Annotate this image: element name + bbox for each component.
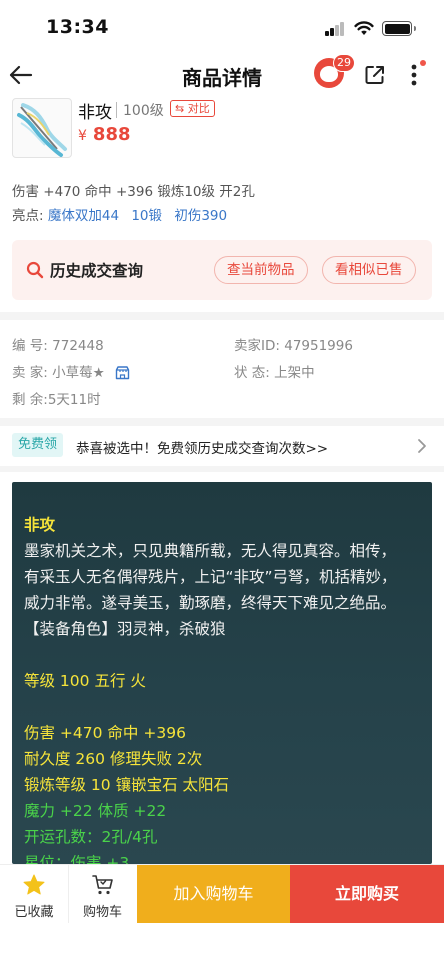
compare-button[interactable]: ⇆ 对比: [170, 100, 215, 117]
view-similar-sold-button[interactable]: 看相似已售: [322, 256, 416, 284]
bottom-action-bar: 已收藏 购物车 加入购物车 立即购买: [0, 864, 444, 923]
seller-id-label: 卖家ID:: [234, 338, 280, 354]
lore-line: 墨家机关之术，只见典籍所载，无人得见真容。相传，: [24, 542, 397, 560]
compare-icon: ⇆: [175, 102, 185, 115]
attribute-line: 锻炼等级 10 镶嵌宝石 太阳石: [24, 776, 230, 794]
seller-id-row: 卖家ID: 47951996: [234, 334, 353, 354]
lore-line: 威力非常。遂寻美玉，勤琢磨，终得天下难见之绝品。: [24, 594, 397, 612]
highlights-label: 亮点:: [12, 208, 44, 224]
product-highlights: 亮点: 魔体双加44 10锻 初伤390: [12, 204, 235, 224]
seller-label: 卖 家:: [12, 365, 48, 381]
notification-dot: [420, 60, 426, 66]
status-time: 13:34: [46, 16, 109, 38]
chevron-right-icon: [418, 439, 426, 453]
history-query-box: 历史成交查询 查当前物品 看相似已售: [12, 240, 432, 300]
status-bar: 13:34: [0, 0, 444, 56]
section-divider: [0, 312, 444, 320]
product-header: 非攻 100级 ⇆ 对比 ¥888: [0, 96, 444, 166]
highlight-item: 魔体双加44: [47, 208, 120, 224]
promo-text: 恭喜被选中！免费领历史成交查询次数>>: [76, 441, 329, 457]
product-image[interactable]: [12, 98, 72, 158]
user-avatar-button[interactable]: 29: [314, 54, 355, 90]
nav-bar: 商品详情 29: [0, 54, 444, 96]
bonus-line: 开运孔数：2孔/4孔: [24, 828, 158, 846]
remaining-label: 剩 余:: [12, 392, 48, 408]
shopping-cart-icon: [92, 875, 113, 895]
seller-id-value: 47951996: [284, 338, 353, 354]
more-vertical-icon: [411, 64, 417, 86]
price-value: 888: [92, 124, 131, 145]
remaining-row: 剩 余:5天11时: [12, 388, 101, 408]
more-options-button[interactable]: [404, 60, 426, 88]
search-icon: [26, 261, 44, 279]
buy-now-button[interactable]: 立即购买: [290, 865, 444, 923]
divider: [116, 102, 117, 118]
query-current-item-button[interactable]: 查当前物品: [214, 256, 308, 284]
attribute-line: 耐久度 260 修理失败 2次: [24, 750, 203, 768]
free-query-promo[interactable]: 免费领 恭喜被选中！免费领历史成交查询次数>>: [0, 428, 444, 464]
message-count-badge: 29: [333, 54, 355, 72]
item-id-row: 编 号: 772448: [12, 334, 104, 354]
remaining-value: 5天11时: [47, 392, 101, 408]
battery-icon: [382, 21, 416, 36]
attribute-line: 伤害 +470 命中 +396: [24, 724, 186, 742]
highlight-item: 10锻: [131, 208, 163, 224]
shop-icon[interactable]: [115, 366, 130, 380]
cart-button[interactable]: 购物车: [68, 865, 136, 923]
level-element-line: 等级 100 五行 火: [24, 672, 146, 690]
item-id-value: 772448: [52, 338, 104, 354]
star-icon: [23, 874, 45, 895]
favorite-button[interactable]: 已收藏: [0, 865, 68, 923]
compare-label: 对比: [187, 102, 210, 115]
cellular-signal-icon: [325, 22, 345, 36]
history-query-title: 历史成交查询: [50, 262, 144, 280]
item-id-label: 编 号:: [12, 338, 48, 354]
promo-tag: 免费领: [12, 433, 64, 457]
cart-label: 购物车: [82, 905, 122, 920]
bonus-line: 魔力 +22 体质 +22: [24, 802, 167, 820]
crossbow-weapon-icon: [17, 103, 67, 157]
item-description-panel: 非攻 墨家机关之术，只见典籍所载，无人得见真容。相传， 有采玉人无名偶得残片，上…: [12, 482, 432, 864]
share-icon[interactable]: [364, 64, 386, 86]
status-row: 状 态: 上架中: [234, 361, 315, 381]
currency-symbol: ¥: [78, 128, 87, 144]
section-divider: [0, 466, 444, 472]
seller-name[interactable]: 小草莓★: [52, 365, 105, 381]
wifi-icon: [354, 21, 374, 35]
status-label: 状 态:: [234, 365, 270, 381]
status-value: 上架中: [274, 365, 315, 381]
seller-row: 卖 家: 小草莓★: [12, 361, 130, 381]
product-stats: 伤害 +470 命中 +396 锻炼10级 开2孔: [12, 184, 255, 200]
product-price: ¥888: [78, 124, 131, 145]
equip-roles-line: 【装备角色】羽灵神，杀破狼: [24, 620, 226, 638]
product-name: 非攻: [78, 103, 112, 123]
lore-line: 有采玉人无名偶得残片，上记“非攻”弓弩，机括精妙，: [24, 568, 397, 586]
bonus-line: 星位：伤害 +3: [24, 854, 130, 864]
product-level: 100级: [123, 103, 164, 119]
description-title: 非攻: [24, 516, 56, 534]
section-divider: [0, 418, 444, 426]
highlight-item: 初伤390: [174, 208, 228, 224]
add-to-cart-button[interactable]: 加入购物车: [137, 865, 290, 923]
favorite-label: 已收藏: [14, 905, 54, 920]
